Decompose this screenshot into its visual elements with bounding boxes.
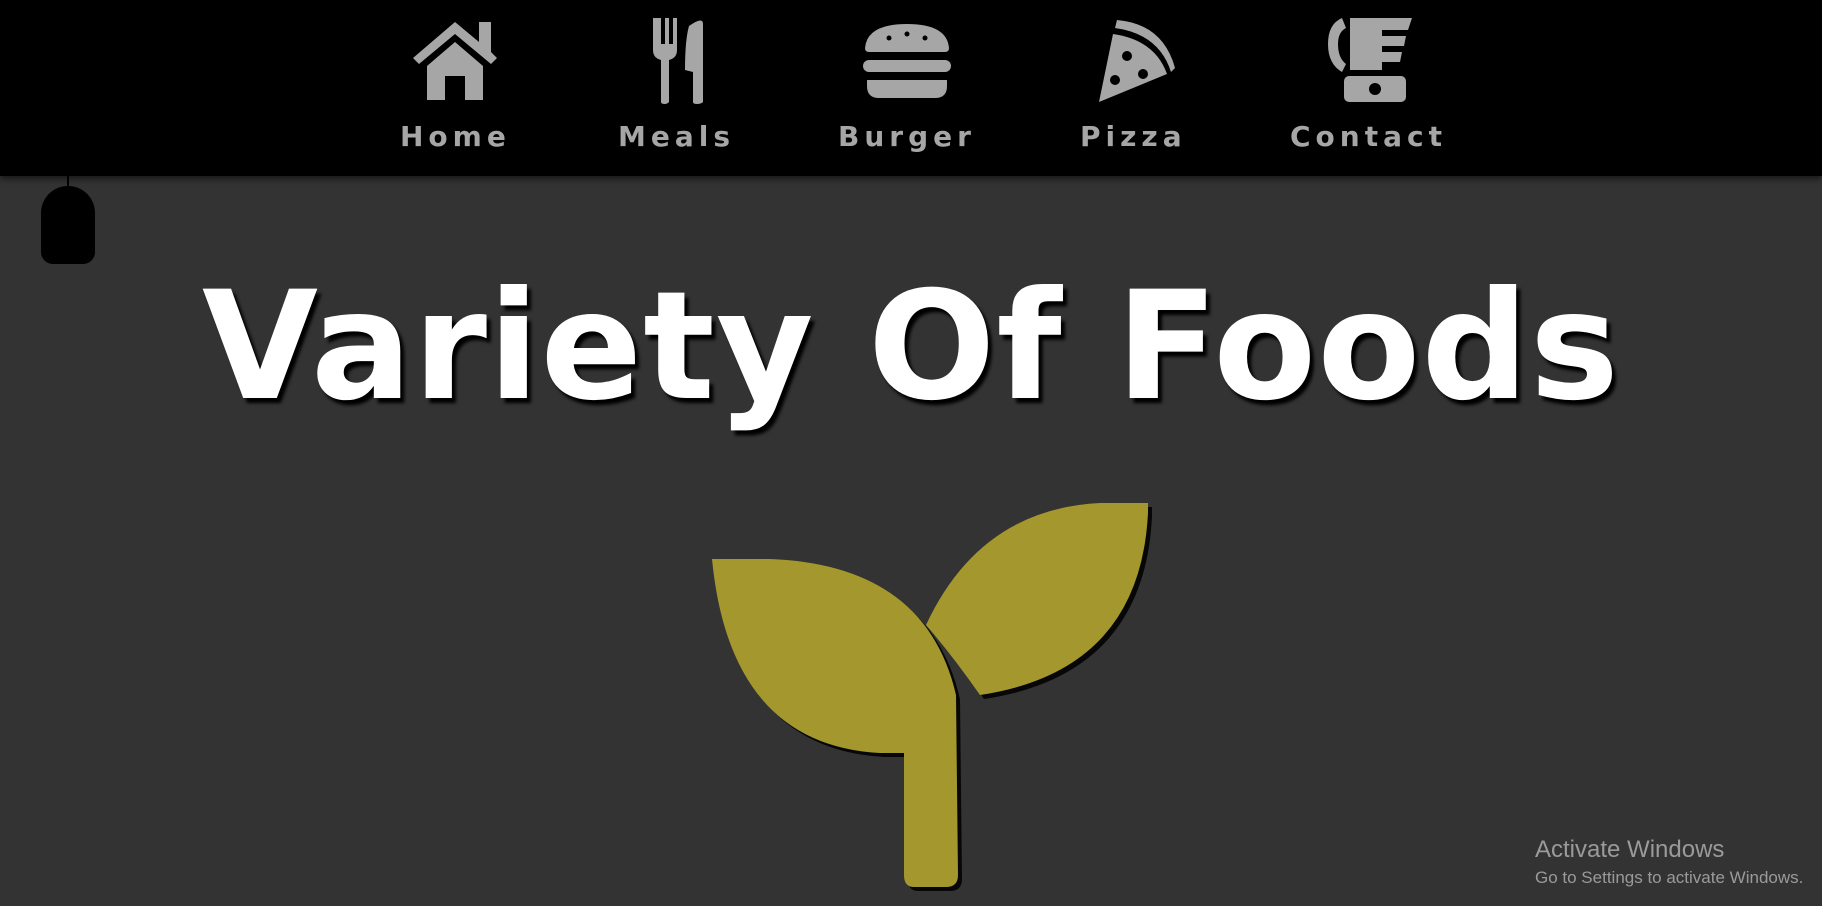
nav-label: Contact (1290, 120, 1447, 153)
nav-item-contact[interactable]: Contact (1290, 14, 1447, 153)
watermark-subtitle: Go to Settings to activate Windows. (1535, 868, 1804, 887)
page: Home Meals Burger Pizza Contact Variety … (0, 0, 1822, 906)
hero-title: Variety Of Foods (201, 260, 1621, 434)
home-icon (407, 14, 503, 106)
windows-activation-watermark: Activate Windows Go to Settings to activ… (1535, 835, 1803, 889)
watermark-title: Activate Windows (1535, 836, 1725, 863)
sprout-icon (700, 495, 1160, 895)
mouse-icon (41, 186, 95, 264)
nav-label: Pizza (1080, 120, 1187, 153)
nav-label: Home (400, 120, 511, 153)
utensils-icon (629, 14, 725, 106)
top-navbar: Home Meals Burger Pizza Contact (0, 0, 1822, 176)
nav-item-home[interactable]: Home (400, 14, 511, 153)
nav-item-pizza[interactable]: Pizza (1080, 14, 1187, 153)
phone-icon (1320, 14, 1416, 106)
nav-label: Meals (618, 120, 736, 153)
nav-label: Burger (838, 120, 976, 153)
pizza-icon (1085, 14, 1181, 106)
nav-item-burger[interactable]: Burger (838, 14, 976, 153)
burger-icon (859, 14, 955, 106)
nav-item-meals[interactable]: Meals (618, 14, 735, 153)
